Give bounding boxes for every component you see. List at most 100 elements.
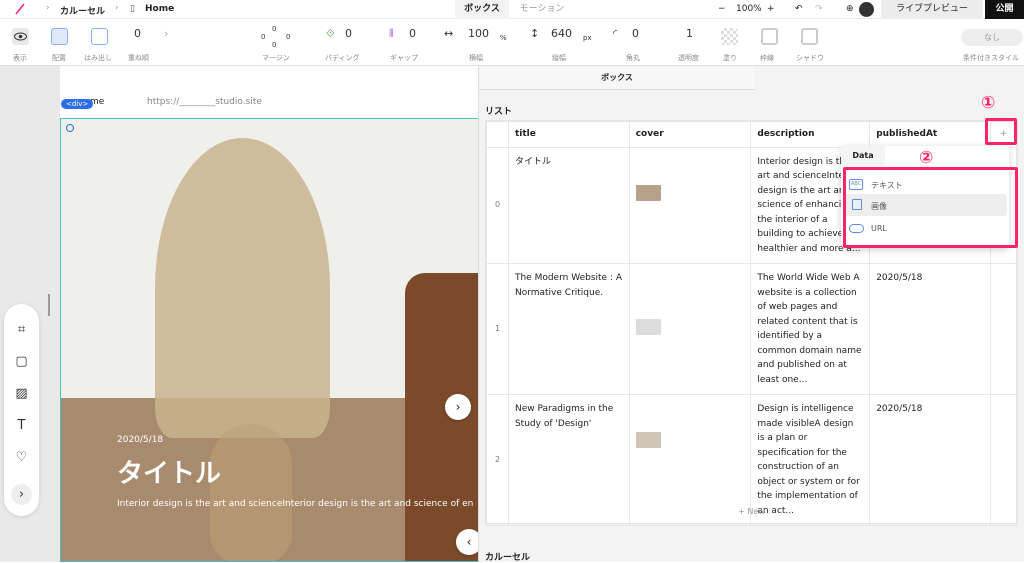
zoom-out-button[interactable]: − [718, 4, 726, 14]
cell-title[interactable]: タイトル [507, 146, 630, 264]
property-toolbar: 表示 配置 はみ出し 0 重ね順 › 0 0 0 0 マージン ⟐ 0 パディン… [0, 19, 1024, 66]
box-icon[interactable]: ▢ [14, 354, 29, 369]
fill-swatch[interactable] [721, 28, 738, 45]
overflow-icon[interactable] [91, 28, 108, 45]
undo-icon[interactable]: ↶ [795, 4, 803, 14]
breadcrumb-project[interactable]: カルーセル [60, 4, 105, 17]
pampas-grass-shape [155, 138, 330, 438]
chevron-right-icon[interactable]: › [164, 27, 168, 40]
cell-cover[interactable] [628, 263, 752, 395]
height-label: 縦幅 [552, 54, 566, 62]
chevron-right-icon: › [115, 3, 119, 13]
gap-icon: ⫴ [389, 27, 394, 40]
row-index: 1 [486, 263, 509, 395]
design-canvas[interactable]: me https://________studio.site 2020/5/18… [0, 66, 478, 562]
add-collaborator-icon[interactable]: ⊕ [846, 4, 854, 14]
site-url: https://________studio.site [147, 97, 262, 107]
padding-icon: ⟐ [326, 27, 335, 40]
cell-description[interactable]: The World Wide Web A website is a collec… [750, 263, 871, 395]
tab-motion[interactable]: モーション [512, 0, 572, 19]
margin-left[interactable]: 0 [261, 33, 265, 41]
table-row[interactable]: 1 The Modern Website : A Normative Criti… [486, 263, 1018, 395]
cell-title[interactable]: The Modern Website : A Normative Critiqu… [507, 263, 630, 395]
fill-label: 塗り [723, 54, 737, 62]
panel-tab-box[interactable]: ボックス [479, 66, 755, 90]
live-preview-button[interactable]: ライブプレビュー [881, 0, 983, 19]
carousel-next-button[interactable]: › [445, 394, 471, 420]
anchor-handle[interactable] [66, 124, 74, 132]
placement-icon[interactable] [51, 28, 68, 45]
annotation-box-1 [985, 118, 1017, 145]
carousel-prev-button[interactable]: ‹ [456, 529, 478, 555]
site-header [60, 66, 478, 118]
stack-order-value[interactable]: 0 [134, 27, 141, 40]
placement-label: 配置 [52, 54, 66, 62]
width-value[interactable]: 100 [468, 27, 489, 40]
height-unit[interactable]: px [583, 34, 592, 42]
gap-label: ギャップ [390, 54, 418, 62]
list-section-title: リスト [485, 107, 513, 117]
breadcrumb-page[interactable]: Home [145, 4, 174, 14]
zoom-in-button[interactable]: + [767, 4, 775, 14]
height-value[interactable]: 640 [551, 27, 572, 40]
shadow-label: シャドウ [796, 54, 824, 62]
overflow-label: はみ出し [84, 54, 112, 62]
slide-date: 2020/5/18 [117, 435, 164, 445]
row-index: 2 [486, 394, 509, 526]
cell-description[interactable]: Design is intelligence made visibleA des… [750, 394, 871, 526]
publish-button[interactable]: 公開 [985, 0, 1024, 19]
zoom-level: 100% [736, 4, 762, 14]
column-header-cover[interactable]: cover [628, 121, 752, 148]
cover-thumbnail [635, 432, 661, 448]
border-swatch[interactable] [761, 28, 778, 45]
cover-thumbnail [635, 319, 661, 335]
annotation-number-2: ② [919, 148, 934, 168]
cell-cover[interactable] [628, 146, 752, 264]
heart-icon[interactable]: ♡ [14, 450, 29, 465]
width-label: 横幅 [469, 54, 483, 62]
cell-title[interactable]: New Paradigms in the Study of 'Design' [507, 394, 630, 526]
radius-value[interactable]: 0 [632, 27, 639, 40]
frame-icon[interactable]: ⌗ [14, 322, 29, 337]
display-label: 表示 [13, 54, 27, 62]
width-unit[interactable]: % [500, 34, 507, 42]
cell-empty [989, 394, 1018, 526]
table-row[interactable]: 2 New Paradigms in the Study of 'Design'… [486, 394, 1018, 526]
cell-empty [989, 263, 1018, 395]
studio-logo-icon[interactable] [14, 3, 26, 15]
column-header-description[interactable]: description [750, 121, 871, 148]
gap-value[interactable]: 0 [409, 27, 416, 40]
slide-description: Interior design is the art and scienceIn… [117, 499, 474, 509]
cell-publishedAt[interactable]: 2020/5/18 [869, 263, 991, 395]
column-header-title[interactable]: title [507, 121, 630, 148]
expand-icon[interactable]: › [11, 484, 32, 505]
text-icon[interactable]: T [14, 418, 29, 433]
margin-bottom[interactable]: 0 [272, 41, 276, 49]
left-tool-palette: ⌗ ▢ ▨ T ♡ › [4, 304, 39, 516]
conditional-style-button[interactable]: なし [961, 29, 1023, 46]
resize-handle[interactable] [48, 294, 50, 316]
page-icon: ▯ [130, 4, 135, 14]
cell-publishedAt[interactable]: 2020/5/18 [869, 394, 991, 526]
new-row-button[interactable]: + New [486, 507, 1017, 516]
stack-order-label: 重ね順 [128, 54, 149, 62]
redo-icon[interactable]: ↷ [815, 4, 823, 14]
shadow-swatch[interactable] [801, 28, 818, 45]
avatar[interactable] [859, 2, 874, 17]
row-index: 0 [486, 146, 509, 264]
image-icon[interactable]: ▨ [14, 386, 29, 401]
padding-value[interactable]: 0 [345, 27, 352, 40]
element-type-badge: <div> [61, 99, 94, 109]
carousel-slide-image[interactable]: 2020/5/18 タイトル Interior design is the ar… [60, 118, 478, 562]
margin-top[interactable]: 0 [272, 25, 276, 33]
tab-box[interactable]: ボックス [455, 0, 509, 19]
opacity-value[interactable]: 1 [686, 27, 693, 40]
margin-label: マージン [262, 54, 290, 62]
chevron-right-icon: › [46, 3, 50, 13]
column-header-publishedAt[interactable]: publishedAt [869, 121, 991, 148]
table-header-row: title cover description publishedAt + [486, 121, 1018, 148]
index-header [486, 121, 509, 148]
eye-icon[interactable] [12, 28, 29, 45]
margin-right[interactable]: 0 [286, 33, 290, 41]
cell-cover[interactable] [628, 394, 752, 526]
